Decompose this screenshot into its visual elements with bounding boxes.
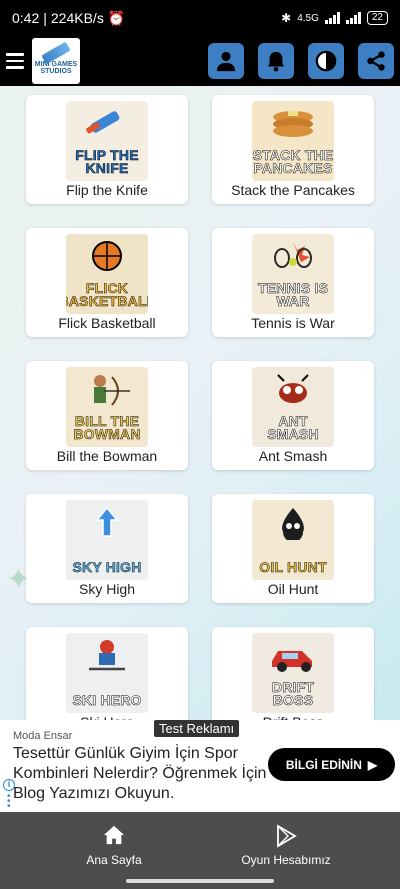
game-thumbnail[interactable]: DRIFT BOSS	[252, 633, 334, 713]
game-thumbnail[interactable]: TENNIS IS WAR	[252, 234, 334, 314]
game-art-icon	[268, 107, 318, 146]
game-thumbnail[interactable]: OIL HUNT	[252, 500, 334, 580]
game-thumbnail-title: ANT SMASH	[267, 413, 319, 442]
game-name[interactable]: Flick Basketball	[26, 315, 188, 331]
game-thumbnail[interactable]: FLICK BASKETBALL	[66, 234, 148, 314]
game-art-icon	[87, 506, 127, 545]
game-art-icon	[82, 373, 132, 412]
status-bar: 0:42 | 224KB/s ⏰ ✱ 4.5G 22	[0, 0, 400, 36]
nav-game-account[interactable]: Oyun Hesabımız	[234, 824, 338, 867]
ad-cta-button[interactable]: BİLGİ EDİNİN ▶	[268, 748, 395, 781]
game-card[interactable]: DRIFT BOSSDrift Boss	[212, 627, 374, 720]
game-thumbnail[interactable]: FLIP THE KNIFE	[66, 101, 148, 181]
game-thumbnail[interactable]: SKI HERO	[66, 633, 148, 713]
game-name[interactable]: Bill the Bowman	[26, 448, 188, 464]
game-art-icon	[270, 240, 316, 279]
alarm-icon: ⏰	[107, 9, 126, 26]
game-art-icon	[270, 373, 316, 412]
app-bar: MINI GAMES STUDIOS	[0, 36, 400, 86]
game-name[interactable]: Sky High	[26, 581, 188, 597]
theme-toggle-button[interactable]	[308, 43, 344, 79]
game-name[interactable]: Oil Hunt	[212, 581, 374, 597]
game-name[interactable]: Tennis is War	[212, 315, 374, 331]
logo-text: MINI GAMES STUDIOS	[34, 60, 78, 75]
share-button[interactable]	[358, 43, 394, 79]
signal-icon	[324, 12, 340, 24]
game-thumbnail-title: SKI HERO	[72, 692, 142, 708]
game-card[interactable]: TENNIS IS WAR Tennis is War	[212, 228, 374, 337]
game-name[interactable]: Ant Smash	[212, 448, 374, 464]
game-thumbnail-title: OIL HUNT	[259, 559, 327, 575]
game-thumbnail-title: BILL THE BOWMAN	[73, 413, 141, 442]
game-thumbnail[interactable]: SKY HIGH	[66, 500, 148, 580]
user-icon	[216, 51, 236, 72]
side-swipe-indicator[interactable]: ✦	[6, 565, 31, 595]
game-card[interactable]: SKY HIGH Sky High	[26, 494, 188, 603]
game-name[interactable]: Flip the Knife	[26, 182, 188, 198]
notifications-button[interactable]	[258, 43, 294, 79]
game-thumbnail-title: STACK THE PANCAKES	[252, 147, 334, 176]
game-card[interactable]: ANT SMASH Ant Smash	[212, 361, 374, 470]
game-card[interactable]: STACK THE PANCAKES Stack the Pancakes	[212, 95, 374, 204]
contrast-icon	[315, 50, 337, 72]
profile-button[interactable]	[208, 43, 244, 79]
game-thumbnail-title: SKY HIGH	[72, 559, 142, 575]
game-art-icon	[273, 506, 313, 545]
home-icon	[103, 825, 125, 845]
bottom-navigation: Ana Sayfa Oyun Hesabımız	[0, 812, 400, 889]
bluetooth-icon: ✱	[281, 11, 292, 25]
game-name[interactable]: Stack the Pancakes	[212, 182, 374, 198]
game-thumbnail[interactable]: STACK THE PANCAKES	[252, 101, 334, 181]
game-art-icon	[85, 639, 129, 678]
game-thumbnail-title: DRIFT BOSS	[271, 679, 315, 708]
game-card[interactable]: BILL THE BOWMAN Bill the Bowman	[26, 361, 188, 470]
game-card[interactable]: FLICK BASKETBALL Flick Basketball	[26, 228, 188, 337]
game-thumbnail-title: FLICK BASKETBALL	[66, 280, 148, 309]
game-art-icon	[84, 107, 130, 146]
game-card[interactable]: OIL HUNT Oil Hunt	[212, 494, 374, 603]
game-thumbnail[interactable]: BILL THE BOWMAN	[66, 367, 148, 447]
battery-icon: 22	[366, 11, 388, 25]
game-card[interactable]: FLIP THE KNIFE Flip the Knife	[26, 95, 188, 204]
nav-game-account-label: Oyun Hesabımız	[241, 853, 331, 867]
menu-icon[interactable]	[6, 53, 24, 69]
bell-icon	[267, 51, 285, 72]
info-icon[interactable]: i	[3, 779, 15, 791]
game-thumbnail-title: TENNIS IS WAR	[257, 280, 329, 309]
gesture-bar	[126, 879, 274, 883]
clock: 0:42	[12, 10, 40, 26]
game-card[interactable]: SKI HEROSki Hero	[26, 627, 188, 720]
game-art-icon	[268, 639, 318, 678]
network-speed: 224KB/s	[50, 10, 104, 26]
share-icon	[367, 51, 385, 71]
ad-advertiser: Moda Ensar	[13, 730, 73, 742]
game-thumbnail[interactable]: ANT SMASH	[252, 367, 334, 447]
app-logo[interactable]: MINI GAMES STUDIOS	[32, 38, 80, 84]
more-options-icon[interactable]: • • •	[7, 792, 11, 812]
ad-text[interactable]: Tesettür Günlük Giyim İçin Spor Kombinle…	[13, 744, 267, 804]
nav-home[interactable]: Ana Sayfa	[78, 824, 150, 867]
signal-type-label: 4.5G	[297, 12, 319, 24]
chevron-right-icon: ▶	[367, 757, 378, 772]
game-art-icon	[87, 240, 127, 279]
ad-cta-label: BİLGİ EDİNİN	[285, 757, 362, 772]
ad-tag: Test Reklamı	[154, 720, 240, 737]
play-store-icon	[277, 824, 297, 848]
nav-home-label: Ana Sayfa	[86, 853, 142, 867]
signal-icon-2	[345, 12, 361, 24]
game-thumbnail-title: FLIP THE KNIFE	[75, 147, 139, 176]
games-grid: ✦ FLIP THE KNIFE Flip the Knife STACK THE …	[0, 86, 400, 720]
